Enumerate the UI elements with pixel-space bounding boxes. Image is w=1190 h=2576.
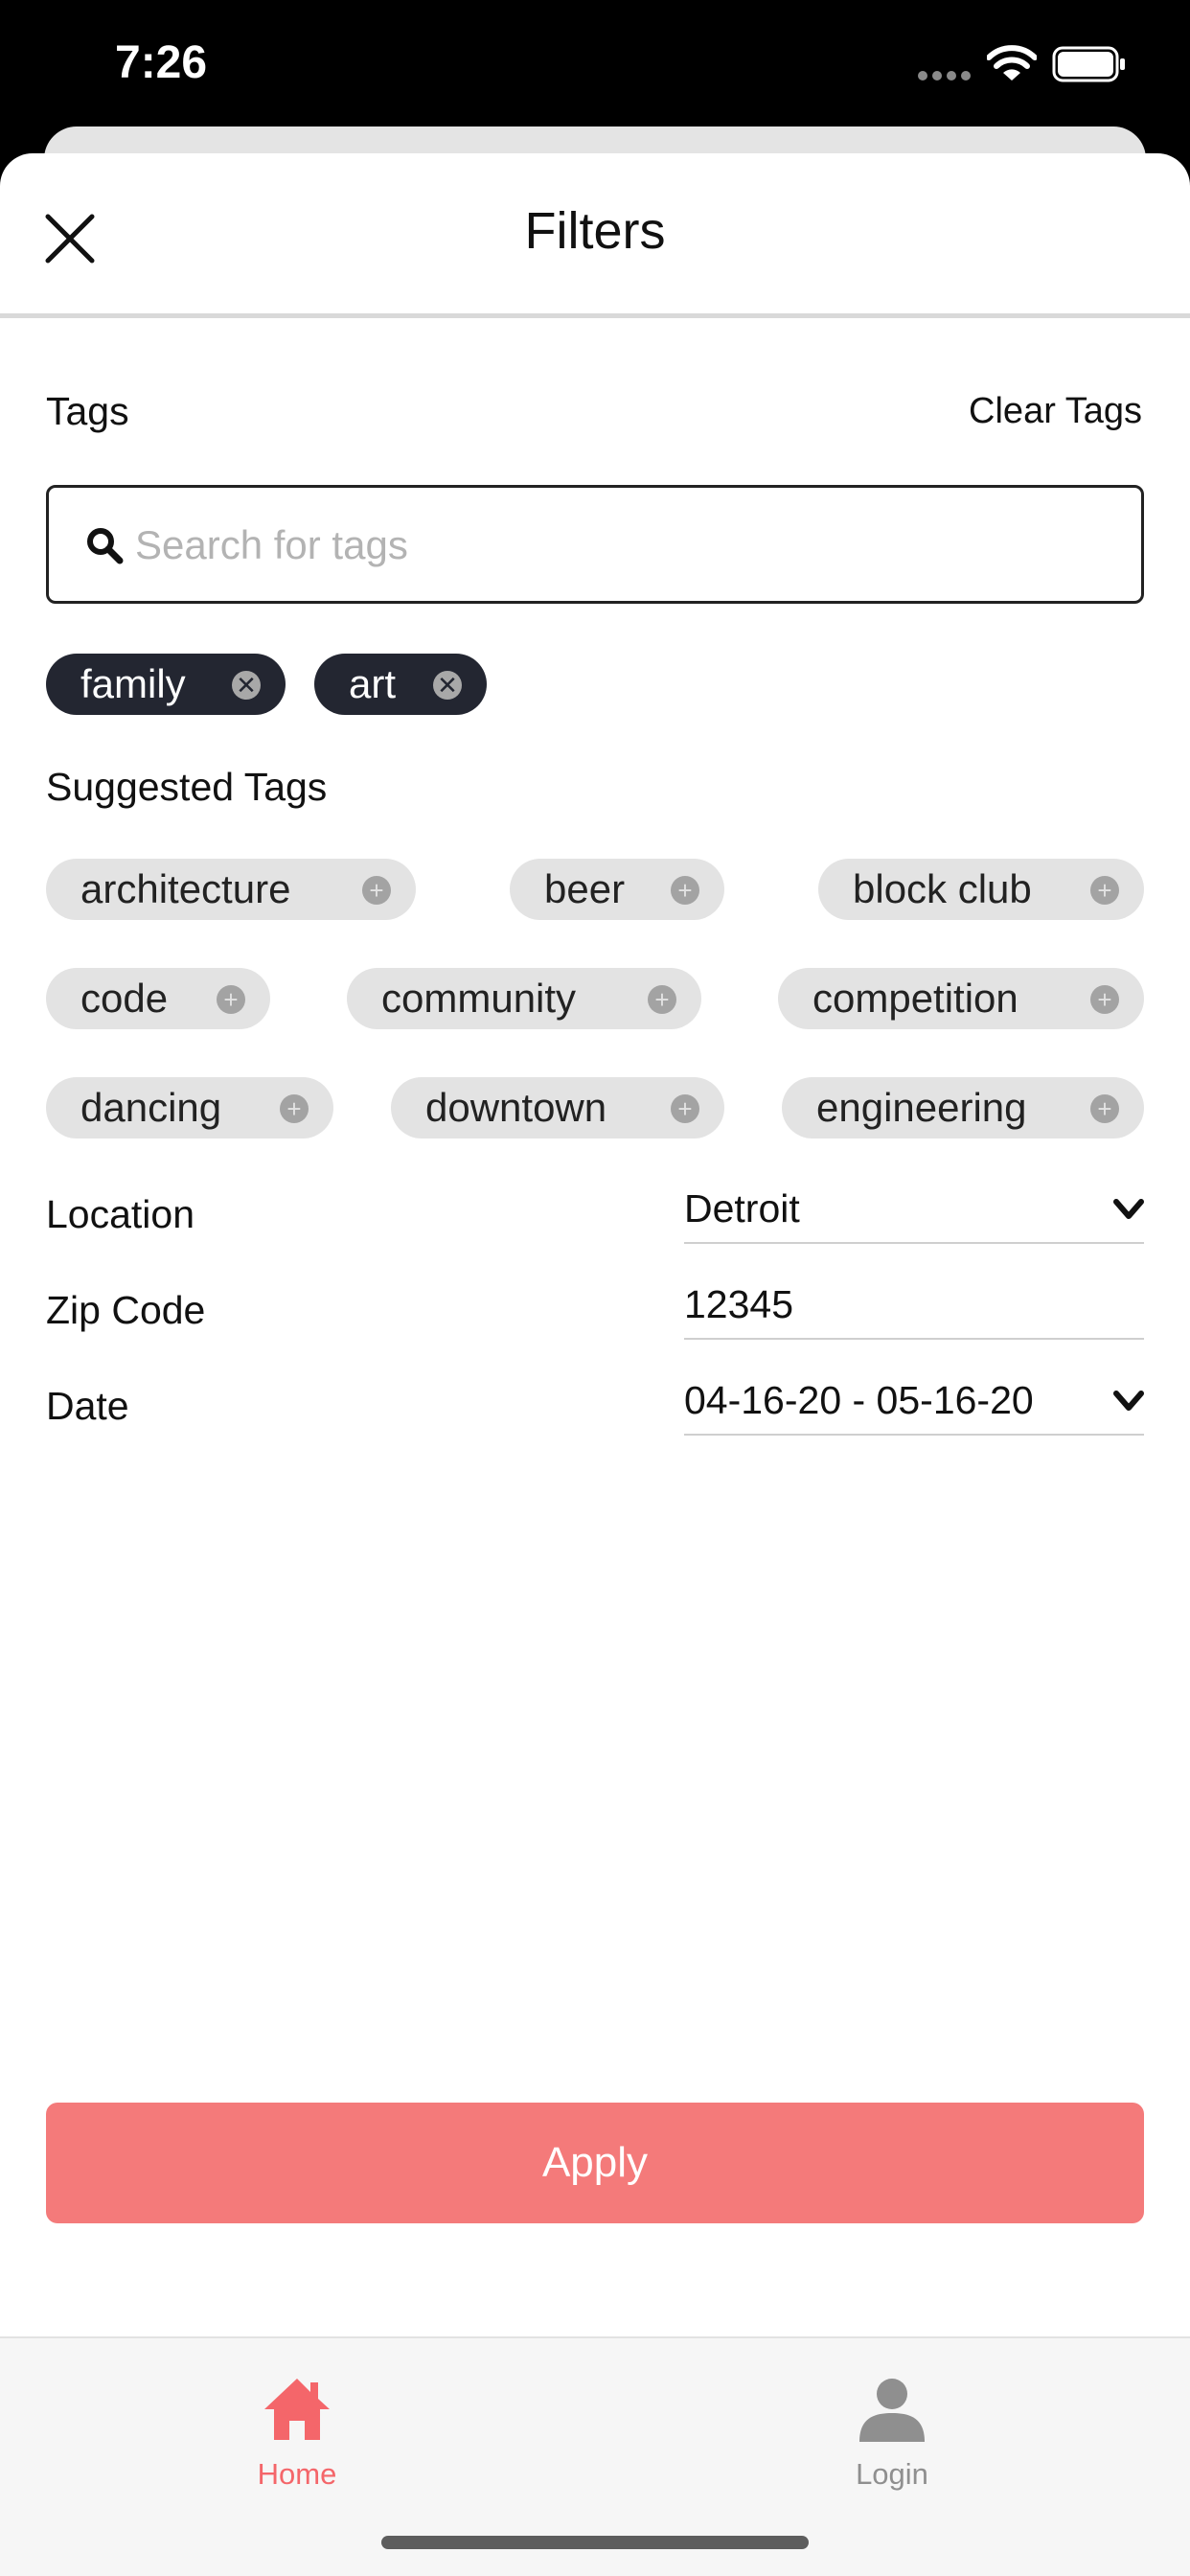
status-bar: 7:26	[0, 0, 1190, 134]
add-icon[interactable]: +	[671, 876, 699, 905]
suggested-tag-dancing[interactable]: dancing +	[46, 1077, 333, 1138]
suggested-tag-downtown[interactable]: downtown +	[391, 1077, 724, 1138]
chip-label: engineering	[816, 1085, 1027, 1130]
suggested-tag-architecture[interactable]: architecture +	[46, 859, 416, 920]
remove-icon[interactable]: ✕	[433, 671, 462, 700]
tab-home[interactable]: Home	[192, 2356, 402, 2491]
wifi-icon	[987, 45, 1037, 80]
location-select[interactable]: Detroit	[684, 1175, 1144, 1244]
suggested-tag-engineering[interactable]: engineering +	[782, 1077, 1144, 1138]
suggested-tags-label: Suggested Tags	[46, 765, 328, 809]
battery-icon	[1052, 46, 1125, 82]
tag-search-box[interactable]	[46, 485, 1144, 604]
add-icon[interactable]: +	[362, 876, 391, 905]
add-icon[interactable]: +	[1090, 876, 1119, 905]
user-icon	[859, 2379, 925, 2442]
zip-code-value: 12345	[684, 1281, 794, 1326]
tab-home-label: Home	[257, 2457, 337, 2491]
chip-label: block club	[853, 866, 1032, 911]
selected-tag-art[interactable]: art ✕	[314, 654, 487, 715]
status-time: 7:26	[115, 37, 208, 88]
suggested-tag-community[interactable]: community +	[347, 968, 701, 1029]
suggested-tag-code[interactable]: code +	[46, 968, 270, 1029]
selected-tag-family[interactable]: family ✕	[46, 654, 286, 715]
add-icon[interactable]: +	[217, 985, 245, 1014]
chevron-down-icon	[1113, 1199, 1144, 1219]
filters-modal: Filters Tags Clear Tags family ✕ art ✕ S…	[0, 153, 1190, 2576]
tags-label: Tags	[46, 389, 129, 433]
chip-label: downtown	[425, 1085, 607, 1130]
location-label: Location	[46, 1192, 195, 1236]
location-value: Detroit	[684, 1185, 800, 1230]
tab-login[interactable]: Login	[787, 2356, 997, 2491]
chip-label: beer	[544, 866, 626, 911]
date-range-value: 04-16-20 - 05-16-20	[684, 1377, 1034, 1422]
clear-tags-button[interactable]: Clear Tags	[969, 391, 1142, 432]
chip-label: dancing	[80, 1085, 222, 1130]
chip-label: community	[381, 976, 577, 1021]
modal-header: Filters	[0, 153, 1190, 318]
tag-search-input[interactable]	[135, 511, 1112, 580]
search-icon	[87, 528, 124, 564]
add-icon[interactable]: +	[280, 1094, 309, 1123]
date-range-select[interactable]: 04-16-20 - 05-16-20	[684, 1367, 1144, 1436]
chevron-down-icon	[1113, 1391, 1144, 1411]
add-icon[interactable]: +	[1090, 985, 1119, 1014]
suggested-tag-beer[interactable]: beer +	[510, 859, 724, 920]
add-icon[interactable]: +	[671, 1094, 699, 1123]
chip-label: family	[80, 661, 186, 706]
tab-login-label: Login	[856, 2457, 928, 2491]
chip-label: competition	[812, 976, 1018, 1021]
home-icon	[264, 2379, 330, 2440]
screen: 7:26 Filters Tags Clear Tags Search for …	[0, 0, 1190, 2576]
zip-code-field[interactable]: 12345	[684, 1271, 1144, 1340]
cellular-signal-icon	[918, 71, 971, 80]
add-icon[interactable]: +	[648, 985, 676, 1014]
chip-label: art	[349, 661, 397, 706]
chip-label: code	[80, 976, 169, 1021]
chip-label: architecture	[80, 866, 291, 911]
suggested-tag-block-club[interactable]: block club +	[818, 859, 1144, 920]
add-icon[interactable]: +	[1090, 1094, 1119, 1123]
date-label: Date	[46, 1384, 129, 1428]
apply-button[interactable]: Apply	[46, 2103, 1144, 2223]
remove-icon[interactable]: ✕	[232, 671, 261, 700]
home-indicator	[381, 2536, 809, 2549]
suggested-tag-competition[interactable]: competition +	[778, 968, 1144, 1029]
zip-code-label: Zip Code	[46, 1288, 206, 1332]
page-title: Filters	[524, 202, 666, 260]
